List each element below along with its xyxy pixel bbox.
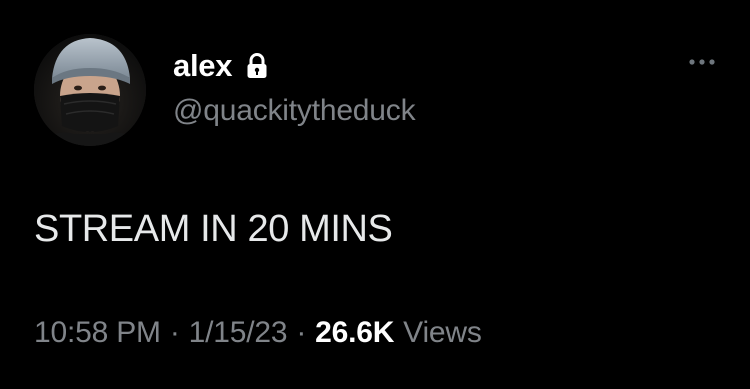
user-handle[interactable]: @quackitytheduck — [173, 94, 416, 128]
tweet-date[interactable]: 1/15/23 — [189, 316, 288, 350]
tweet-text: STREAM IN 20 MINS — [34, 208, 393, 250]
tweet-time[interactable]: 10:58 PM — [34, 316, 161, 350]
more-icon — [689, 59, 715, 65]
views-label: Views — [403, 316, 482, 349]
avatar[interactable] — [34, 34, 146, 146]
display-name-row: alex — [173, 48, 415, 84]
avatar-image — [34, 34, 146, 146]
display-name[interactable]: alex — [173, 48, 232, 84]
lock-icon — [246, 53, 268, 79]
author-info: alex @quackitytheduck — [173, 48, 416, 128]
tweet-metadata: 10:58 PM · 1/15/23 · 26.6K Views — [34, 316, 482, 350]
tweet-card: alex @quackitytheduck STREAM IN 20 MINS … — [0, 0, 750, 389]
separator: · — [169, 316, 180, 349]
views-count[interactable]: 26.6K — [315, 316, 394, 350]
separator: · — [296, 316, 307, 349]
more-options-button[interactable] — [684, 50, 720, 74]
